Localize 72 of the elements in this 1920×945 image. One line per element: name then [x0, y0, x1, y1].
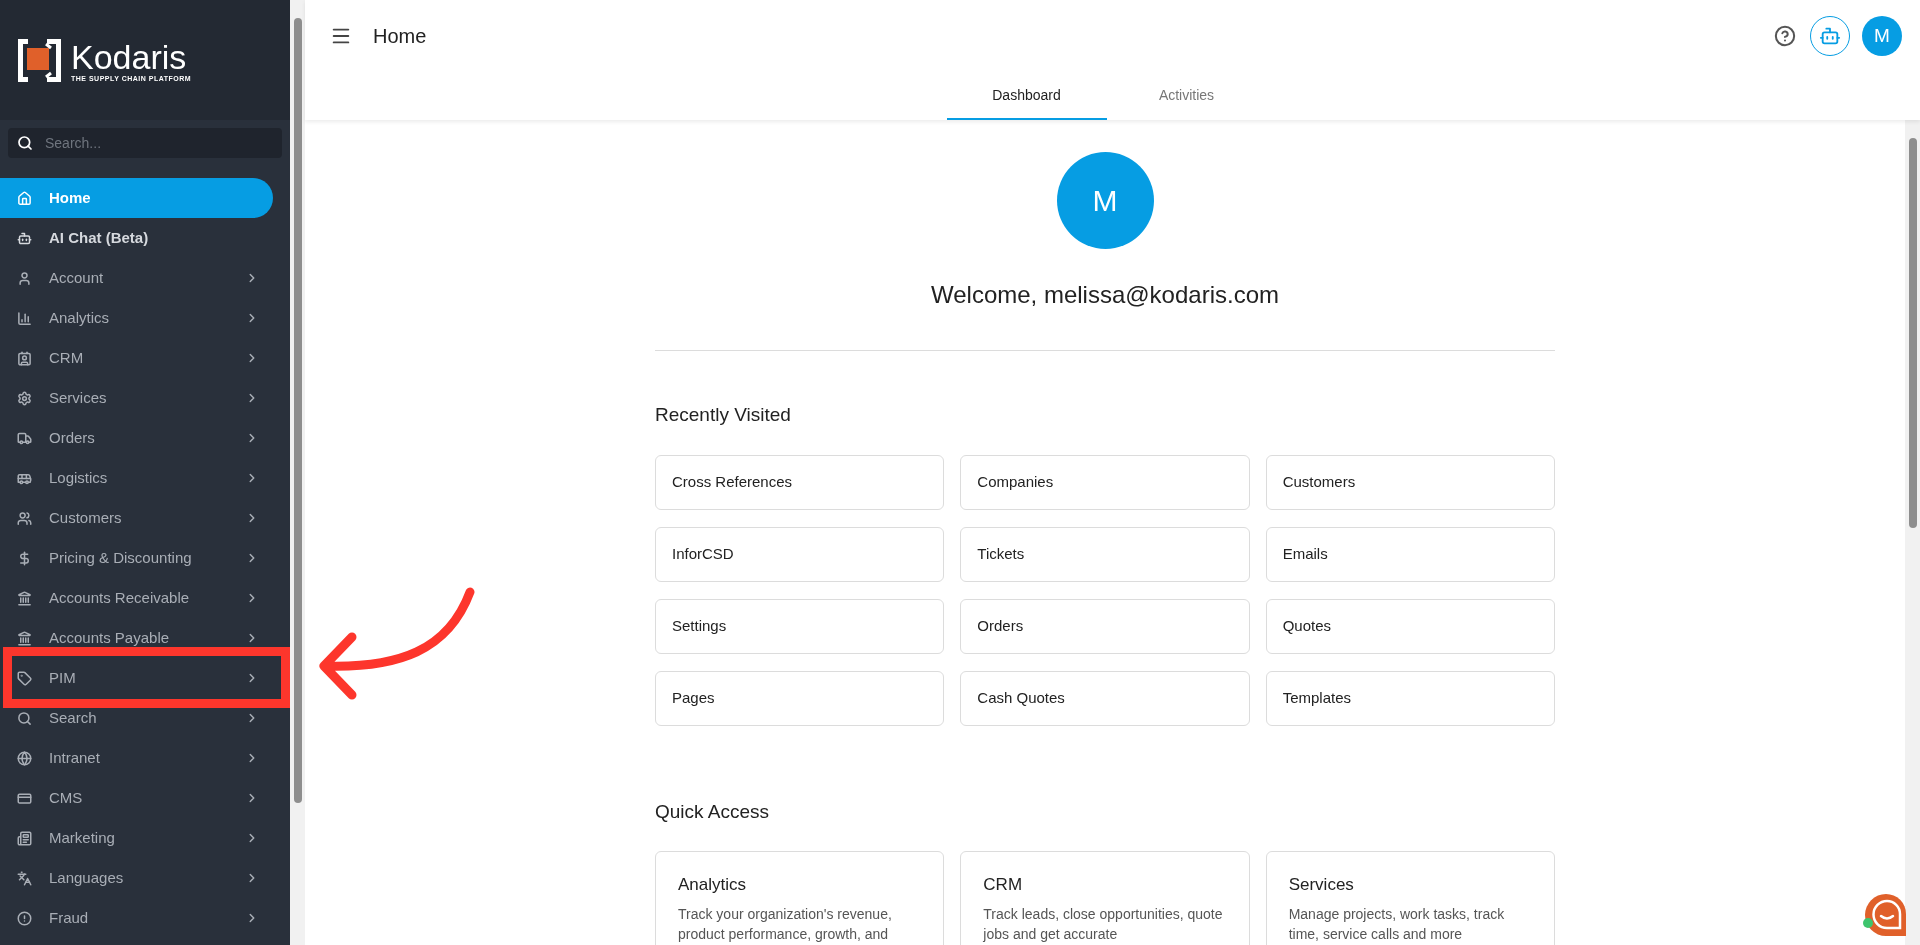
recent-link[interactable]: Cross References [655, 454, 945, 510]
home-icon [17, 190, 32, 206]
recent-link[interactable]: Companies [960, 454, 1250, 510]
bank-icon [17, 630, 32, 646]
people-icon [17, 510, 32, 526]
dollar-icon [17, 550, 32, 566]
sidebar-item[interactable]: Accounts Receivable [0, 578, 273, 618]
help-icon[interactable] [1774, 25, 1796, 47]
sidebar-item[interactable]: Logistics [0, 458, 273, 498]
sidebar-item[interactable]: Orders [0, 418, 273, 458]
sidebar-item[interactable]: Marketing [0, 818, 273, 858]
tab[interactable]: Dashboard [946, 72, 1107, 120]
card-icon [17, 790, 32, 806]
contact-card-icon [17, 350, 32, 366]
sidebar-item[interactable]: Accounts Payable [0, 618, 273, 658]
recent-link[interactable]: Templates [1265, 670, 1555, 726]
logo-name: Kodaris [71, 38, 188, 75]
chart-icon [17, 310, 32, 326]
recent-link[interactable]: Tickets [960, 526, 1250, 582]
sidebar-item[interactable]: Pricing & Discounting [0, 538, 273, 578]
card-title: CRM [983, 874, 1024, 896]
tab[interactable]: Activities [1106, 72, 1267, 120]
robot-icon [1819, 25, 1841, 47]
section-heading: Recently Visited [655, 403, 792, 427]
sidebar-item[interactable]: Fraud [0, 898, 273, 938]
globe-icon [17, 750, 32, 766]
section-heading: Quick Access [655, 799, 771, 824]
sidebar-item[interactable]: AI Chat (Beta) [0, 218, 273, 258]
card-description: Track leads, close opportunities, quote jobs and get accurate [983, 904, 1224, 944]
robot-icon [17, 230, 32, 246]
recent-link[interactable]: Orders [960, 598, 1250, 654]
recent-link[interactable]: Pages [655, 670, 945, 726]
sidebar-item[interactable]: Analytics [0, 298, 273, 338]
welcome-text: Welcome, melissa@kodaris.com [930, 280, 1280, 310]
bank-icon [17, 590, 32, 606]
search-icon [17, 710, 32, 726]
logo-mark [18, 38, 61, 82]
recent-link[interactable]: Customers [1265, 454, 1555, 510]
recent-link[interactable]: InforCSD [655, 526, 945, 582]
sidebar-item[interactable]: Intranet [0, 738, 273, 778]
truck-icon [17, 430, 32, 446]
sidebar-item[interactable]: CRM [0, 338, 273, 378]
card-title: Analytics [678, 874, 748, 896]
translate-icon [17, 870, 32, 886]
chat-widget-icon[interactable] [1862, 892, 1908, 938]
sidebar-item[interactable]: Search [0, 698, 273, 738]
card-description: Track your organization's revenue, product performance, growth, and [678, 904, 893, 944]
profile-avatar: M [1056, 152, 1154, 249]
sidebar-item[interactable]: PIM [0, 658, 273, 698]
card-description: Manage projects, work tasks, track time, service calls and more [1288, 904, 1506, 944]
recent-link[interactable]: Cash Quotes [960, 670, 1250, 726]
sidebar-item[interactable]: Languages [0, 858, 273, 898]
sidebar-item[interactable]: Services [0, 378, 273, 418]
tag-icon [17, 670, 32, 686]
gear-icon [17, 390, 32, 406]
recent-link[interactable]: Quotes [1265, 598, 1555, 654]
recent-link[interactable]: Emails [1265, 526, 1555, 582]
sidebar-item[interactable]: Customers [0, 498, 273, 538]
search-icon [17, 135, 33, 151]
sidebar-item[interactable]: CMS [0, 778, 273, 818]
sidebar-scrollbar[interactable] [290, 0, 305, 945]
quick-access-card[interactable]: CRM Track leads, close opportunities, quote jobs and get accurate [960, 851, 1250, 945]
page-title: Home [373, 24, 427, 49]
quick-access-card[interactable]: Analytics Track your organization's revenue, product performance, growth, and [655, 851, 945, 945]
quick-access-card[interactable]: Services Manage projects, work tasks, track time, service calls and more [1265, 851, 1555, 945]
recent-link[interactable]: Settings [655, 598, 945, 654]
sidebar-item[interactable]: Account [0, 258, 273, 298]
main-scrollbar[interactable] [1905, 120, 1920, 945]
alert-icon [17, 910, 32, 926]
card-title: Services [1288, 874, 1355, 896]
newspaper-icon [17, 830, 32, 846]
person-icon [17, 270, 32, 286]
